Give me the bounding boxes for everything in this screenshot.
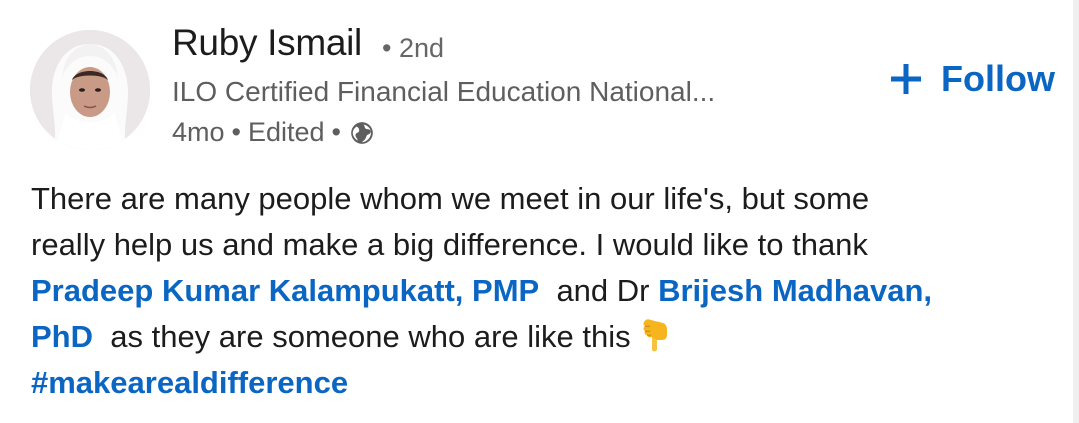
follow-button[interactable]: Follow [891,58,1055,100]
feed-post: Ruby Ismail • 2nd ILO Certified Financia… [0,0,1079,423]
author-name[interactable]: Ruby Ismail [172,22,362,64]
edited-label: Edited [247,117,325,147]
pointing-down-hand-icon [643,319,667,352]
post-meta: 4mo • Edited • [172,117,375,148]
degree-separator: • [382,33,392,63]
author-avatar[interactable] [30,30,150,150]
mention-brijesh-part2[interactable]: PhD [31,319,93,354]
avatar-photo [30,30,150,150]
plus-icon [891,64,922,94]
degree-label: 2nd [398,33,445,63]
post-line-2: really help us and make a big difference… [31,227,868,262]
connection-degree: • 2nd [382,33,444,64]
hashtag-link[interactable]: #makearealdifference [31,365,348,400]
post-age: 4mo [172,117,225,147]
follow-label: Follow [941,58,1055,99]
mention-brijesh-part1[interactable]: Brijesh Madhavan, [658,273,932,308]
scroll-edge [1073,0,1079,423]
post-body: There are many people whom we meet in ou… [31,176,1041,406]
post-line-1: There are many people whom we meet in ou… [31,181,870,216]
post-line-3: Pradeep Kumar Kalampukatt, PMP and Dr Br… [31,268,1041,314]
post-line-4-text: as they are someone who are like this [110,319,631,354]
meta-separator: • [231,117,241,147]
globe-icon [351,121,373,144]
post-line-5: #makearealdifference [31,360,1041,406]
mention-pradeep[interactable]: Pradeep Kumar Kalampukatt, PMP [31,273,539,308]
and-dr-text: and Dr [556,273,650,308]
author-headline: ILO Certified Financial Education Nation… [172,76,716,107]
post-line-4: PhD as they are someone who are like thi… [31,314,1041,360]
meta-separator-2: • [331,117,341,147]
